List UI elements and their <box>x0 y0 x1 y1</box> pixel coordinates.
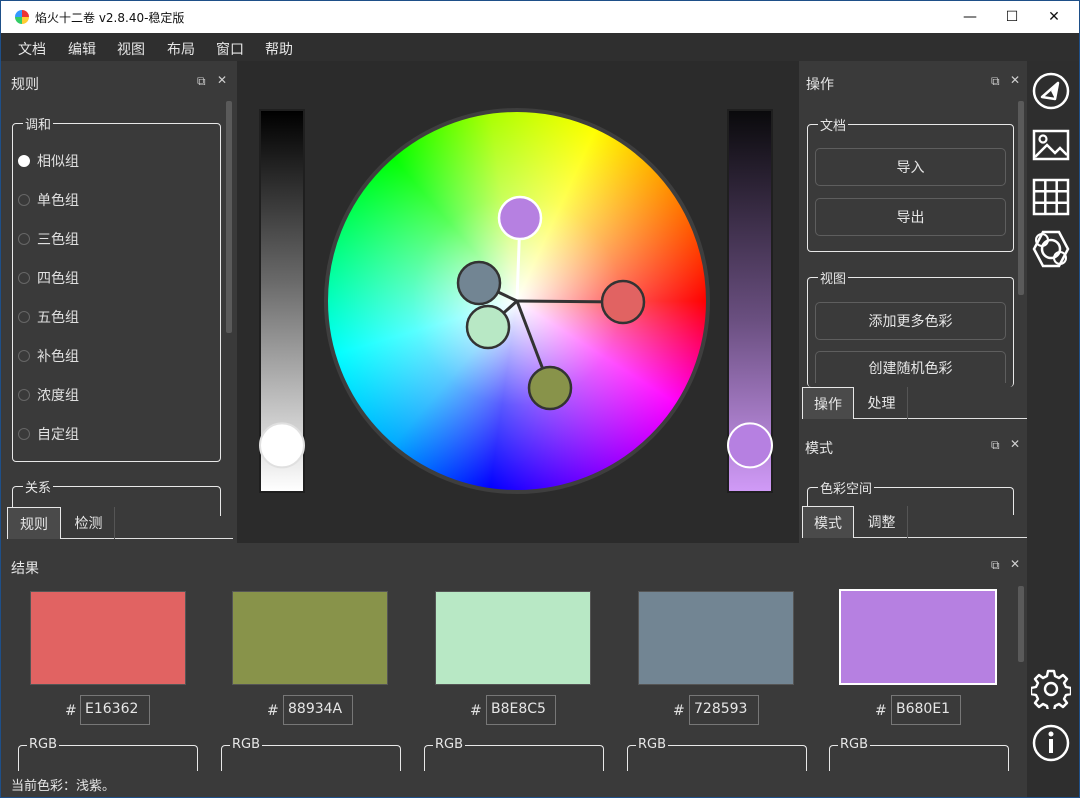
app-window: 焰火十二卷 v2.8.40-稳定版 — ☐ ✕ 文档 编辑 视图 布局 窗口 帮… <box>1 1 1079 797</box>
rgb-group-label: RGB <box>27 737 60 752</box>
close-icon[interactable]: ✕ <box>1010 437 1020 451</box>
rgb-group-label: RGB <box>230 737 263 752</box>
saturation-slider-handle[interactable] <box>727 422 773 469</box>
status-text: 当前色彩：浅紫。 <box>11 779 116 794</box>
app-logo-icon <box>15 10 29 24</box>
export-button[interactable]: 导出 <box>815 198 1006 236</box>
tab-rules[interactable]: 规则 <box>7 507 61 539</box>
radio-triad[interactable]: 三色组 <box>18 229 79 249</box>
color-swatch[interactable] <box>232 591 388 685</box>
hex-hash-label: # <box>673 703 685 719</box>
hex-hash-label: # <box>267 703 279 719</box>
tab-processing[interactable]: 处理 <box>856 387 908 419</box>
blend-icon[interactable] <box>1031 229 1071 269</box>
harmony-group: 调和 相似组 单色组 三色组 四色组 五色组 补色组 浓度组 自定组 <box>12 114 221 462</box>
hex-input[interactable]: E16362 <box>80 695 150 725</box>
random-colors-button[interactable]: 创建随机色彩 <box>815 351 1006 383</box>
colorspace-group-label: 色彩空间 <box>818 478 875 497</box>
radio-monochrome[interactable]: 单色组 <box>18 190 79 210</box>
wheel-handle-olive[interactable] <box>527 365 573 411</box>
radio-pentad[interactable]: 五色组 <box>18 307 79 327</box>
float-icon[interactable]: ⧉ <box>991 74 1000 89</box>
rules-panel: 规则 ⧉ ✕ 调和 相似组 单色组 三色组 四色组 五色组 补色组 浓度组 自定… <box>1 61 237 543</box>
document-group-label: 文档 <box>818 115 849 134</box>
status-bar: 当前色彩：浅紫。 <box>1 771 1027 797</box>
grid-icon[interactable] <box>1031 177 1071 217</box>
color-wheel-area <box>237 61 799 543</box>
menu-document[interactable]: 文档 <box>18 39 46 59</box>
hex-hash-label: # <box>470 703 482 719</box>
operations-panel: 操作 ⧉ ✕ 文档 导入 导出 视图 添加更多色彩 创建随机色彩 操作 处理 <box>799 61 1027 423</box>
wheel-handle-slate[interactable] <box>456 260 502 306</box>
tab-operations[interactable]: 操作 <box>802 387 854 419</box>
radio-shades[interactable]: 浓度组 <box>18 385 79 405</box>
maximize-button[interactable]: ☐ <box>989 1 1035 33</box>
color-swatch-selected[interactable] <box>839 589 997 685</box>
title-bar: 焰火十二卷 v2.8.40-稳定版 — ☐ ✕ <box>1 1 1079 33</box>
harmony-group-label: 调和 <box>23 114 54 133</box>
image-icon[interactable] <box>1031 125 1071 165</box>
float-icon[interactable]: ⧉ <box>991 438 1000 453</box>
rules-panel-title: 规则 <box>11 77 39 93</box>
radio-complementary[interactable]: 补色组 <box>18 346 79 366</box>
menu-bar: 文档 编辑 视图 布局 窗口 帮助 <box>1 33 1079 61</box>
close-icon[interactable]: ✕ <box>1010 557 1020 571</box>
hex-hash-label: # <box>875 703 887 719</box>
mode-panel-title: 模式 <box>805 441 833 457</box>
radio-tetrad[interactable]: 四色组 <box>18 268 79 288</box>
relation-group-label: 关系 <box>23 477 54 496</box>
operations-panel-title: 操作 <box>806 77 834 93</box>
wheel-handle-mint[interactable] <box>465 304 511 350</box>
rules-scrollbar[interactable] <box>226 101 232 333</box>
rules-tabbar: 规则 检测 <box>7 507 233 539</box>
window-title: 焰火十二卷 v2.8.40-稳定版 <box>35 11 185 25</box>
radio-analogous[interactable]: 相似组 <box>18 151 79 171</box>
close-window-button[interactable]: ✕ <box>1031 1 1077 33</box>
brightness-slider-handle[interactable] <box>259 422 305 469</box>
operations-tabbar: 操作 处理 <box>802 387 1027 419</box>
hex-input[interactable]: 88934A <box>283 695 353 725</box>
info-icon[interactable] <box>1031 723 1071 763</box>
color-swatch[interactable] <box>435 591 591 685</box>
mode-panel: 模式 ⧉ ✕ 色彩空间 模式 调整 <box>799 426 1027 543</box>
menu-window[interactable]: 窗口 <box>216 39 244 59</box>
menu-view[interactable]: 视图 <box>117 39 145 59</box>
color-swatch[interactable] <box>30 591 186 685</box>
mode-tabbar: 模式 调整 <box>802 506 1027 538</box>
add-more-colors-button[interactable]: 添加更多色彩 <box>815 302 1006 340</box>
float-icon[interactable]: ⧉ <box>991 558 1000 573</box>
minimize-button[interactable]: — <box>947 1 993 33</box>
operations-scrollbar[interactable] <box>1018 101 1024 295</box>
radio-custom[interactable]: 自定组 <box>18 424 79 444</box>
rgb-group-label: RGB <box>838 737 871 752</box>
menu-layout[interactable]: 布局 <box>167 39 195 59</box>
float-icon[interactable]: ⧉ <box>197 74 206 89</box>
color-swatch[interactable] <box>638 591 794 685</box>
rgb-group-label: RGB <box>433 737 466 752</box>
close-icon[interactable]: ✕ <box>1010 73 1020 87</box>
color-wheel-svg <box>259 108 773 494</box>
wheel-handle-red[interactable] <box>600 279 646 325</box>
hex-hash-label: # <box>65 703 77 719</box>
close-icon[interactable]: ✕ <box>217 73 227 87</box>
hex-input[interactable]: B680E1 <box>891 695 961 725</box>
import-button[interactable]: 导入 <box>815 148 1006 186</box>
tab-mode[interactable]: 模式 <box>802 506 854 538</box>
results-scrollbar[interactable] <box>1018 586 1024 662</box>
tab-detect[interactable]: 检测 <box>63 507 115 539</box>
rgb-group-label: RGB <box>636 737 669 752</box>
menu-edit[interactable]: 编辑 <box>68 39 96 59</box>
tool-sidebar <box>1027 61 1079 797</box>
view-group-label: 视图 <box>818 268 849 287</box>
wheel-icon[interactable] <box>1031 71 1071 111</box>
results-panel-title: 结果 <box>11 561 39 577</box>
menu-help[interactable]: 帮助 <box>265 39 293 59</box>
tab-adjust[interactable]: 调整 <box>856 506 908 538</box>
hex-input[interactable]: B8E8C5 <box>486 695 556 725</box>
gear-icon[interactable] <box>1031 669 1071 709</box>
hex-input[interactable]: 728593 <box>689 695 759 725</box>
wheel-handle-purple[interactable] <box>497 195 543 241</box>
